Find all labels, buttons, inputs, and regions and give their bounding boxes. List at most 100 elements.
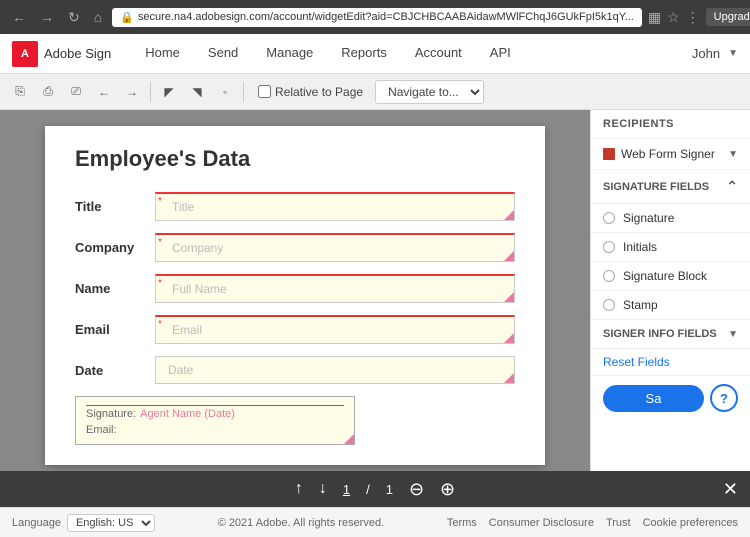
nav-api[interactable]: API: [476, 34, 525, 74]
close-button[interactable]: ✕: [723, 479, 738, 500]
field-radio-initials: [603, 241, 615, 253]
signer-info-expand-icon[interactable]: ▼: [728, 329, 738, 340]
adobe-logo-box: A: [12, 41, 38, 67]
address-text: secure.na4.adobesign.com/account/widgetE…: [138, 11, 634, 23]
tool-arrange-2[interactable]: ◥: [185, 80, 209, 104]
user-dropdown-arrow[interactable]: ▼: [728, 48, 738, 59]
form-field-company[interactable]: * Company: [155, 233, 515, 262]
user-name[interactable]: John: [692, 46, 720, 61]
field-item-initials[interactable]: Initials: [591, 233, 750, 262]
nav-manage[interactable]: Manage: [252, 34, 327, 74]
tool-text-left[interactable]: ←: [92, 80, 116, 104]
menu-icon[interactable]: ⋮: [686, 9, 700, 26]
lock-icon: 🔒: [120, 11, 134, 24]
relative-checkbox-input[interactable]: [258, 85, 271, 98]
signer-expand-icon[interactable]: ▼: [728, 149, 738, 160]
form-field-title[interactable]: * Title: [155, 192, 515, 221]
back-button[interactable]: ←: [8, 7, 30, 27]
star-icon[interactable]: ☆: [667, 9, 680, 26]
consumer-disclosure-link[interactable]: Consumer Disclosure: [489, 517, 594, 529]
field-item-stamp[interactable]: Stamp: [591, 291, 750, 320]
reload-button[interactable]: ↻: [64, 7, 84, 28]
total-pages: 1: [386, 482, 393, 497]
document-title: Employee's Data: [75, 146, 515, 172]
document-page: Employee's Data Title * Title Company: [45, 126, 545, 465]
signer-name-label: Web Form Signer: [621, 147, 722, 161]
home-button[interactable]: ⌂: [90, 7, 106, 27]
navigate-dropdown[interactable]: Navigate to...: [375, 80, 484, 104]
reset-fields-link[interactable]: Reset Fields: [591, 349, 750, 376]
trust-link[interactable]: Trust: [606, 517, 631, 529]
field-radio-signature: [603, 212, 615, 224]
recipients-section-header: RECIPIENTS: [591, 110, 750, 139]
form-field-name[interactable]: * Full Name: [155, 274, 515, 303]
tool-text-right[interactable]: →: [120, 80, 144, 104]
cookie-preferences-link[interactable]: Cookie preferences: [643, 517, 738, 529]
field-label-signature: Signature: [623, 211, 674, 225]
terms-link[interactable]: Terms: [447, 517, 477, 529]
field-placeholder-date: Date: [164, 363, 193, 377]
form-field-date[interactable]: Date: [155, 356, 515, 384]
status-bar: Language English: US © 2021 Adobe. All r…: [0, 507, 750, 537]
field-corner-title: [504, 210, 514, 220]
field-item-signature[interactable]: Signature: [591, 204, 750, 233]
signer-color-box: [603, 148, 615, 160]
tool-arrange-3[interactable]: ◦: [213, 80, 237, 104]
relative-to-page[interactable]: Relative to Page: [258, 85, 363, 99]
right-panel: RECIPIENTS Web Form Signer ▼ Signature F…: [590, 110, 750, 471]
toolbar-separator-1: [150, 82, 151, 102]
web-form-signer-row[interactable]: Web Form Signer ▼: [591, 139, 750, 170]
signature-fields-label: Signature Fields: [603, 181, 709, 193]
app-header: A Adobe Sign Home Send Manage Reports Ac…: [0, 34, 750, 74]
zoom-in-button[interactable]: ⊕: [440, 479, 455, 500]
nav-home[interactable]: Home: [131, 34, 194, 74]
tool-arrange-1[interactable]: ◤: [157, 80, 181, 104]
page-separator: /: [366, 482, 370, 497]
page-down-button[interactable]: ↓: [319, 480, 327, 498]
page-up-button[interactable]: ↑: [295, 480, 303, 498]
form-label-title: Title: [75, 199, 155, 214]
field-radio-stamp: [603, 299, 615, 311]
language-select[interactable]: English: US: [67, 514, 155, 532]
required-star-email: *: [158, 319, 162, 330]
field-placeholder-name: Full Name: [164, 282, 227, 296]
address-bar[interactable]: 🔒 secure.na4.adobesign.com/account/widge…: [112, 8, 642, 27]
recipients-label: RECIPIENTS: [603, 118, 674, 130]
save-button[interactable]: Sa: [603, 385, 704, 412]
form-row-name: Name * Full Name: [75, 274, 515, 303]
field-corner-name: [504, 292, 514, 302]
tool-align-left[interactable]: ⎘: [8, 80, 32, 104]
signature-block-area[interactable]: Signature: Agent Name (Date) Email:: [75, 396, 355, 445]
help-panel-button[interactable]: ?: [710, 384, 738, 412]
browser-actions: ▦ ☆ ⋮ Upgrade ? 👤: [648, 6, 750, 28]
field-placeholder-email: Email: [164, 323, 202, 337]
nav-reports[interactable]: Reports: [327, 34, 401, 74]
nav-send[interactable]: Send: [194, 34, 252, 74]
adobe-sign-text: Adobe Sign: [44, 46, 111, 61]
tool-align-center[interactable]: ⎙: [36, 80, 60, 104]
document-area: Employee's Data Title * Title Company: [0, 110, 590, 471]
tool-align-right[interactable]: ⎚: [64, 80, 88, 104]
collapse-icon[interactable]: ⌃: [726, 178, 738, 195]
extension-icon[interactable]: ▦: [648, 9, 661, 26]
adobe-logo: A Adobe Sign: [12, 41, 111, 67]
field-item-signature-block[interactable]: Signature Block: [591, 262, 750, 291]
nav-account[interactable]: Account: [401, 34, 476, 74]
forward-button[interactable]: →: [36, 7, 58, 27]
save-button-area: Sa ?: [591, 376, 750, 420]
form-row-title: Title * Title: [75, 192, 515, 221]
signature-block-sig-label: Signature:: [86, 408, 136, 420]
form-field-email[interactable]: * Email: [155, 315, 515, 344]
signature-block-email-label: Email:: [86, 424, 117, 436]
zoom-out-button[interactable]: ⊖: [409, 479, 424, 500]
field-radio-signature-block: [603, 270, 615, 282]
upgrade-button[interactable]: Upgrade: [706, 8, 750, 26]
field-label-signature-block: Signature Block: [623, 269, 707, 283]
signature-fields-header: Signature Fields ⌃: [591, 170, 750, 204]
relative-label: Relative to Page: [275, 85, 363, 99]
language-label: Language: [12, 517, 61, 529]
required-star-title: *: [158, 196, 162, 207]
form-label-name: Name: [75, 281, 155, 296]
copyright-text: © 2021 Adobe. All rights reserved.: [218, 517, 384, 529]
nav-right: John ▼: [692, 46, 738, 61]
